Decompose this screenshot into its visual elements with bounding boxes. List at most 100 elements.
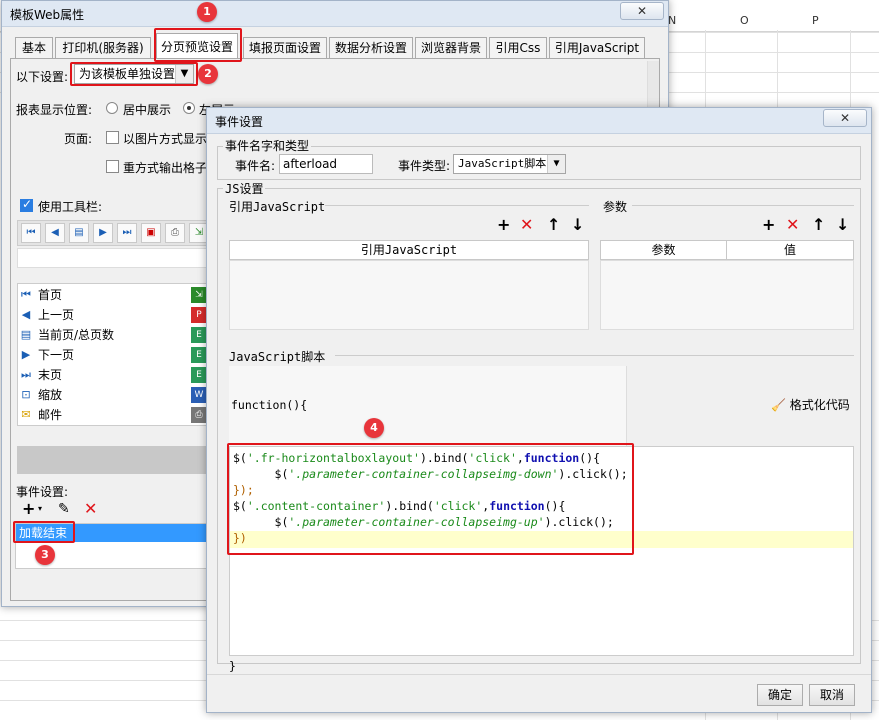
event-name-input[interactable] — [279, 154, 373, 174]
broom-icon: 🧹 — [771, 398, 786, 412]
chevron-down-icon: ▼ — [547, 155, 565, 173]
zoom-icon: ⊡ — [21, 388, 31, 401]
main-close-button[interactable]: ✕ — [620, 2, 664, 20]
chevron-down-icon[interactable]: ▾ — [38, 504, 42, 513]
list-item[interactable]: ▶ 下一页 — [18, 345, 190, 365]
tab-ref-javascript[interactable]: 引用JavaScript — [549, 37, 645, 58]
annotation-box-4 — [227, 443, 634, 555]
page-image-checkbox[interactable] — [106, 131, 119, 144]
params-label: 参数 — [603, 200, 628, 214]
position-left-radio[interactable] — [183, 102, 195, 114]
delete-ref-js-icon[interactable]: ✕ — [520, 217, 533, 233]
toolbar-spacer — [17, 248, 212, 268]
list-item[interactable]: ⊡ 缩放 — [18, 385, 190, 405]
list-item[interactable]: ⏭ 末页 — [18, 365, 190, 385]
edit-event-icon[interactable]: ✎ — [58, 501, 70, 517]
first-page-icon[interactable]: ⏮ — [21, 223, 41, 243]
tab-printer[interactable]: 打印机(服务器) — [55, 37, 151, 58]
format-code-button[interactable]: 🧹 格式化代码 — [771, 396, 850, 413]
move-down-icon[interactable]: ↓ — [571, 217, 584, 233]
column-header-p: P — [812, 14, 819, 27]
annotation-badge-1: 1 — [197, 2, 217, 22]
column-header-o: O — [740, 14, 749, 27]
toolbar-preview-strip: ⏮ ◀ ▤ ▶ ⏭ ▣ ⎙ ⇲ — [17, 220, 212, 246]
use-toolbar-checkbox[interactable] — [20, 197, 33, 212]
position-center-radio[interactable] — [106, 102, 118, 114]
page-count-icon: ▤ — [20, 328, 32, 341]
mail-icon: ✉ — [21, 408, 31, 421]
list-footer-bar — [17, 446, 212, 474]
print-icon[interactable]: ⎙ — [165, 223, 185, 243]
script-label: JavaScript脚本 — [229, 350, 326, 364]
export-icon: ⇲ — [191, 287, 207, 303]
last-page-icon[interactable]: ⏭ — [117, 223, 137, 243]
page-count-icon[interactable]: ▤ — [69, 223, 89, 243]
excel-icon: E — [191, 367, 207, 383]
event-name-label: 事件名: — [235, 159, 276, 173]
list-item[interactable]: ⏮ 首页 — [18, 285, 190, 305]
event-settings-label: 事件设置: — [16, 485, 69, 499]
word-icon: W — [191, 387, 207, 403]
dialog-titlebar: 事件设置 ✕ — [207, 108, 871, 134]
event-type-combo[interactable]: JavaScript脚本 ▼ — [453, 154, 566, 174]
first-page-icon: ⏮ — [21, 288, 31, 301]
name-type-group-title: 事件名字和类型 — [223, 137, 312, 154]
settings-label: 以下设置: — [16, 70, 69, 84]
cancel-button[interactable]: 取消 — [809, 684, 855, 706]
js-settings-group-title: JS设置 — [223, 180, 266, 197]
next-page-icon: ▶ — [21, 348, 31, 361]
dialog-close-button[interactable]: ✕ — [823, 109, 867, 127]
add-ref-js-icon[interactable]: + — [497, 217, 510, 233]
tab-data-analysis[interactable]: 数据分析设置 — [329, 37, 413, 58]
ref-js-label: 引用JavaScript — [229, 200, 326, 214]
list-item[interactable]: ✉ 邮件 — [18, 405, 190, 425]
ref-js-column-header: 引用JavaScript — [229, 240, 589, 260]
value-column-header: 值 — [726, 240, 854, 260]
move-up-icon[interactable]: ↑ — [812, 217, 825, 233]
delete-event-icon[interactable]: ✕ — [84, 501, 97, 517]
event-type-label: 事件类型: — [398, 159, 451, 173]
excel-icon: E — [191, 327, 207, 343]
page-image-label: 以图片方式显示 — [123, 132, 208, 146]
use-toolbar-label: 使用工具栏: — [38, 200, 103, 214]
annotation-badge-3: 3 — [35, 545, 55, 565]
page-grid-label: 重方式输出格子 — [123, 161, 208, 175]
move-up-icon[interactable]: ↑ — [547, 217, 560, 233]
tab-basic[interactable]: 基本 — [15, 37, 53, 58]
page-grid-checkbox[interactable] — [106, 160, 119, 173]
excel-icon: E — [191, 347, 207, 363]
main-titlebar: 模板Web属性 ✕ — [2, 1, 668, 27]
flash-print-icon[interactable]: ▣ — [141, 223, 161, 243]
pdf-icon: P — [191, 307, 207, 323]
position-center-label: 居中展示 — [123, 103, 172, 117]
list-item[interactable]: ▤ 当前页/总页数 — [18, 325, 190, 345]
event-type-value: JavaScript脚本 — [458, 157, 547, 170]
ok-button[interactable]: 确定 — [757, 684, 803, 706]
delete-param-icon[interactable]: ✕ — [786, 217, 799, 233]
tab-ref-css[interactable]: 引用Css — [489, 37, 547, 58]
format-code-label: 格式化代码 — [789, 398, 850, 412]
event-settings-dialog: 事件设置 ✕ 事件名字和类型 事件名: 事件类型: JavaScript脚本 ▼… — [206, 107, 872, 713]
annotation-box-3 — [13, 521, 75, 543]
annotation-badge-2: 2 — [198, 64, 218, 84]
next-page-icon[interactable]: ▶ — [93, 223, 113, 243]
tab-fill-page[interactable]: 填报页面设置 — [243, 37, 327, 58]
prev-page-icon[interactable]: ◀ — [45, 223, 65, 243]
main-window-title: 模板Web属性 — [10, 8, 85, 22]
list-item[interactable]: ◀ 上一页 — [18, 305, 190, 325]
add-param-icon[interactable]: + — [762, 217, 775, 233]
dialog-title: 事件设置 — [215, 115, 264, 129]
column-header-n: N — [668, 14, 677, 27]
add-event-icon[interactable]: + — [22, 501, 35, 517]
ref-js-table — [229, 260, 589, 330]
print-icon: ⎙ — [191, 407, 207, 423]
annotation-box-1 — [154, 28, 242, 62]
tab-browser-bg[interactable]: 浏览器背景 — [415, 37, 487, 58]
last-page-icon: ⏭ — [21, 368, 31, 381]
annotation-badge-4: 4 — [364, 418, 384, 438]
move-down-icon[interactable]: ↓ — [836, 217, 849, 233]
prev-page-icon: ◀ — [21, 308, 31, 321]
params-column-header: 参数 — [600, 240, 727, 260]
position-label: 报表显示位置: — [16, 103, 93, 117]
function-footer-text: } — [229, 659, 236, 673]
